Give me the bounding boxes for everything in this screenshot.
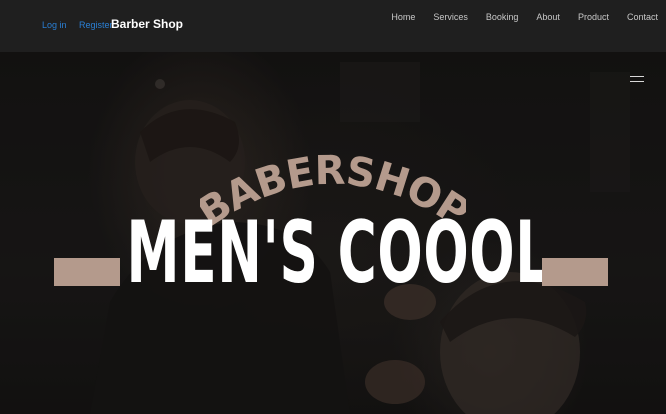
top-navbar: Log in Register Barber Shop Home Service… (0, 0, 666, 52)
nav-about[interactable]: About (536, 12, 560, 22)
page: Log in Register Barber Shop Home Service… (0, 0, 666, 414)
nav-services[interactable]: Services (433, 12, 468, 22)
site-brand[interactable]: Barber Shop (111, 17, 183, 31)
login-link[interactable]: Log in (42, 20, 67, 30)
hero-section: BABERSHOP MEN'S COOOL (0, 52, 666, 414)
decor-bar-right (542, 258, 608, 286)
nav-home[interactable]: Home (391, 12, 415, 22)
main-nav: Home Services Booking About Product Cont… (373, 12, 658, 22)
decor-bar-left (54, 258, 120, 286)
hero-title: MEN'S COOOL (126, 203, 550, 303)
nav-contact[interactable]: Contact (627, 12, 658, 22)
nav-product[interactable]: Product (578, 12, 609, 22)
hamburger-icon[interactable] (630, 76, 644, 84)
nav-booking[interactable]: Booking (486, 12, 519, 22)
register-link[interactable]: Register (79, 20, 113, 30)
